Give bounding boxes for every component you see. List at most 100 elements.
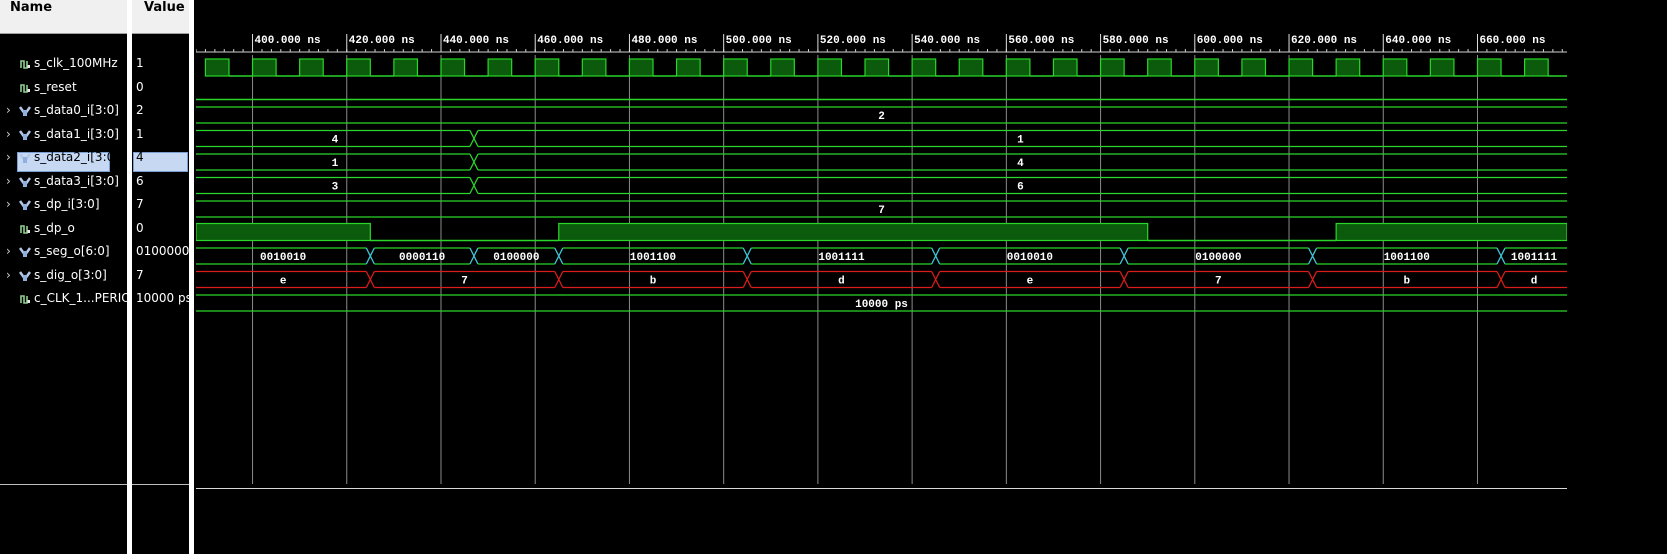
signal-value: 0 bbox=[136, 221, 144, 235]
value-column-header[interactable]: Value bbox=[132, 0, 189, 34]
bus-value-label: 4 bbox=[332, 135, 339, 147]
ruler-time-label: 400.000 ns bbox=[255, 35, 321, 47]
chevron-right-icon[interactable]: › bbox=[6, 127, 16, 141]
signal-value-row-7[interactable]: 0 bbox=[132, 221, 189, 245]
signal-row-4[interactable]: › s_data2_i[3:0] bbox=[0, 150, 127, 174]
clock-high-pulse bbox=[770, 58, 795, 77]
signal-value-row-4[interactable]: 4 bbox=[132, 150, 189, 174]
signal-row-6[interactable]: › s_dp_i[3:0] bbox=[0, 197, 127, 221]
signal-name: s_data2_i[3:0] bbox=[34, 150, 119, 164]
signal-row-0[interactable]: s_clk_100MHz bbox=[0, 56, 127, 80]
values-wave-divider[interactable] bbox=[189, 0, 194, 554]
bus-signal-icon bbox=[18, 197, 32, 211]
bus-value-label: 0100000 bbox=[1195, 252, 1241, 264]
bus-value-label: 0010010 bbox=[260, 252, 306, 264]
chevron-right-icon[interactable]: › bbox=[6, 103, 16, 117]
clock-high-pulse bbox=[1476, 58, 1502, 77]
bus-value-label: 6 bbox=[1017, 182, 1024, 194]
bus-transition bbox=[1119, 271, 1129, 288]
bus-transition bbox=[931, 247, 941, 265]
signal-row-1[interactable]: s_reset bbox=[0, 80, 127, 104]
bus-value-label: 1 bbox=[1017, 135, 1024, 147]
bus-transition bbox=[1308, 247, 1318, 265]
clock-high-pulse bbox=[251, 58, 277, 77]
clock-high-pulse bbox=[1052, 58, 1078, 77]
bus-transition bbox=[365, 271, 375, 288]
name-panel-bottom-line bbox=[0, 484, 127, 485]
chevron-right-icon[interactable]: › bbox=[6, 174, 16, 188]
ruler-time-label: 460.000 ns bbox=[537, 35, 603, 47]
ruler-time-label: 520.000 ns bbox=[820, 35, 886, 47]
name-column-header[interactable]: Name bbox=[0, 0, 127, 34]
bus-transition bbox=[1308, 271, 1318, 288]
ruler-time-label: 640.000 ns bbox=[1385, 35, 1451, 47]
signal-row-10[interactable]: c_CLK_1...PERIOD bbox=[0, 291, 140, 315]
clock-high-pulse bbox=[1382, 58, 1408, 77]
chevron-right-icon[interactable]: › bbox=[6, 268, 16, 282]
signal-value-row-3[interactable]: 1 bbox=[132, 127, 189, 151]
signal-value-row-2[interactable]: 2 bbox=[132, 103, 189, 127]
signal-value-row-10[interactable]: 10000 ps bbox=[132, 291, 192, 315]
clock-high-pulse bbox=[1099, 58, 1125, 77]
signal-value: 1 bbox=[136, 127, 144, 141]
signal-value: 6 bbox=[136, 174, 144, 188]
bus-transition bbox=[554, 247, 564, 265]
dp-high-segment bbox=[1335, 222, 1567, 242]
signal-value-row-8[interactable]: 0100000 bbox=[132, 244, 189, 268]
signal-row-3[interactable]: › s_data1_i[3:0] bbox=[0, 127, 127, 151]
signal-row-5[interactable]: › s_data3_i[3:0] bbox=[0, 174, 127, 198]
chevron-right-icon[interactable]: › bbox=[6, 150, 16, 164]
signal-value: 7 bbox=[136, 197, 144, 211]
signal-value-row-9[interactable]: 7 bbox=[132, 268, 189, 292]
signal-value-row-1[interactable]: 0 bbox=[132, 80, 189, 104]
signal-value: 2 bbox=[136, 103, 144, 117]
chevron-right-icon[interactable]: › bbox=[6, 197, 16, 211]
clock-high-pulse bbox=[346, 58, 371, 77]
bus-signal-icon bbox=[18, 150, 32, 164]
clock-high-pulse bbox=[864, 58, 890, 77]
bus-value-label: 0100000 bbox=[493, 252, 539, 264]
signal-value: 1 bbox=[136, 56, 144, 70]
dp-high-segment bbox=[558, 222, 1149, 242]
ruler-time-label: 560.000 ns bbox=[1008, 35, 1074, 47]
waveform-view[interactable]: 400.000 ns 420.000 ns 440.000 ns 460.000 ns… bbox=[196, 0, 1567, 520]
bus-transition bbox=[1119, 247, 1129, 265]
signal-value-row-5[interactable]: 6 bbox=[132, 174, 189, 198]
bus-transition bbox=[469, 153, 479, 171]
signal-row-2[interactable]: › s_data0_i[3:0] bbox=[0, 103, 127, 127]
bus-value-label: 1001111 bbox=[1511, 252, 1558, 264]
bus-transition bbox=[742, 247, 752, 265]
clock-high-pulse bbox=[204, 58, 230, 77]
ruler-time-label: 620.000 ns bbox=[1291, 35, 1357, 47]
clock-high-pulse bbox=[628, 58, 654, 77]
bus-transition bbox=[469, 130, 479, 147]
signal-row-8[interactable]: › s_seg_o[6:0] bbox=[0, 244, 127, 268]
signal-value-row-6[interactable]: 7 bbox=[132, 197, 189, 221]
signal-row-9[interactable]: › s_dig_o[3:0] bbox=[0, 268, 127, 292]
signal-value: 0100000 bbox=[136, 244, 190, 258]
signal-value: 10000 ps bbox=[136, 291, 192, 305]
bus-value-label: 0000110 bbox=[399, 252, 445, 264]
signal-name: s_data0_i[3:0] bbox=[34, 103, 119, 117]
signal-value: 0 bbox=[136, 80, 144, 94]
signal-value: 4 bbox=[136, 150, 144, 164]
bus-transition bbox=[365, 247, 375, 265]
bus-signal-icon bbox=[18, 103, 32, 117]
bus-value-label: d bbox=[1531, 276, 1538, 288]
ruler-time-label: 420.000 ns bbox=[349, 35, 415, 47]
signal-value-row-0[interactable]: 1 bbox=[132, 56, 189, 80]
bus-value-label: e bbox=[1027, 276, 1034, 288]
bit-signal-icon bbox=[19, 80, 31, 94]
signal-row-7[interactable]: s_dp_o bbox=[0, 221, 127, 245]
clock-high-pulse bbox=[1523, 58, 1549, 77]
bus-signal-icon bbox=[18, 174, 32, 188]
clock-high-pulse bbox=[1147, 58, 1172, 77]
chevron-right-icon[interactable]: › bbox=[6, 244, 16, 258]
bit-signal-icon bbox=[19, 56, 31, 70]
signal-value: 7 bbox=[136, 268, 144, 282]
bus-transition bbox=[469, 247, 479, 265]
clock-high-pulse bbox=[817, 58, 843, 77]
signal-name: s_data1_i[3:0] bbox=[34, 127, 119, 141]
signal-value-panel: Value 1 0 2 1 4 6 7 0 0100000 7 10000 ps bbox=[132, 0, 192, 554]
ruler-time-label: 440.000 ns bbox=[443, 35, 509, 47]
